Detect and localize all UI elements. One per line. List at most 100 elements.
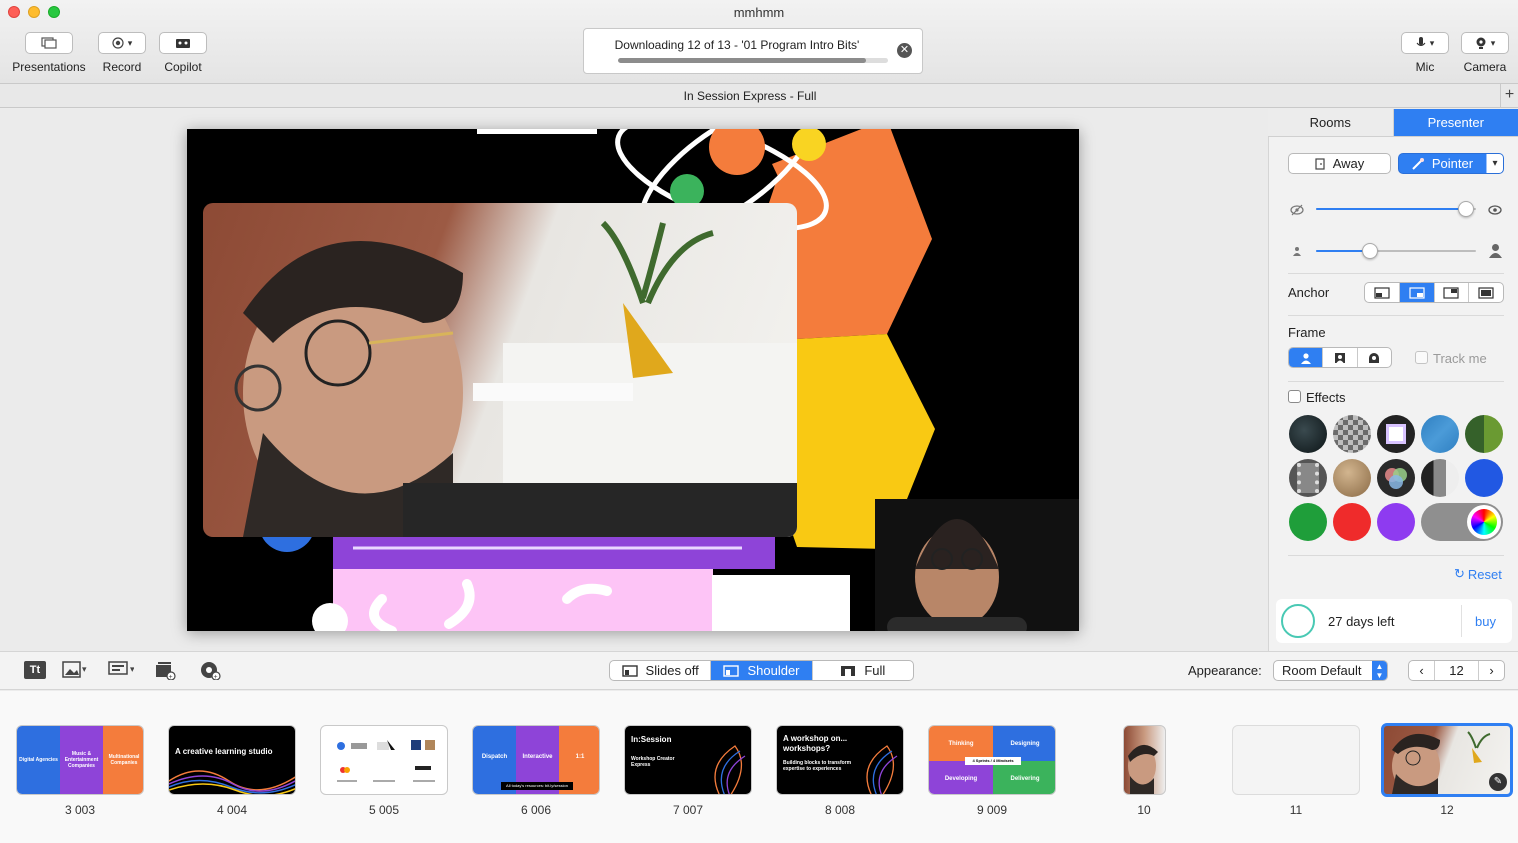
anchor-bottom-center-option[interactable]	[1399, 283, 1435, 302]
slide-thumbnail-3[interactable]: Digital Agencies Music & Entertainment C…	[16, 725, 144, 795]
presentations-button[interactable]	[25, 32, 73, 54]
effect-pixelate-swatch[interactable]	[1333, 415, 1371, 453]
anchor-bottom-left-option[interactable]	[1365, 283, 1400, 302]
slide-thumbnail-4[interactable]: A creative learning studio	[168, 725, 296, 795]
effect-rain-swatch[interactable]	[1421, 415, 1459, 453]
presentations-icon	[41, 37, 57, 49]
eye-icon	[1488, 205, 1502, 215]
chevron-down-icon: ▾	[1490, 37, 1496, 48]
slide-thumbnail-10[interactable]	[1123, 725, 1166, 795]
appearance-select[interactable]: Room Default ▲ ▼	[1273, 660, 1388, 681]
tab-rooms-label: Rooms	[1309, 115, 1351, 130]
effect-rgb-swatch[interactable]	[1377, 459, 1415, 497]
slide-thumbnail-8[interactable]: A workshop on... workshops? Building blo…	[776, 725, 904, 795]
mic-icon	[1416, 37, 1426, 47]
laser-pointer-icon	[1412, 157, 1424, 170]
size-slider[interactable]	[1316, 250, 1476, 252]
slide-thumbnail-9[interactable]: Thinking Designing Developing Delivering…	[928, 725, 1056, 795]
download-progress-bar	[618, 58, 888, 63]
anchor-bottom-center-icon	[1409, 286, 1425, 299]
title-bar: mmhmm Presentations ▾ Record Copilot Dow…	[0, 0, 1518, 84]
slide-thumbnail-5[interactable]	[320, 725, 448, 795]
previous-slide-button[interactable]: ‹	[1409, 661, 1435, 680]
chevron-down-icon[interactable]: ▾	[1486, 154, 1503, 173]
record-button[interactable]: ▾	[98, 32, 146, 54]
effect-frame-swatch[interactable]	[1377, 415, 1415, 453]
add-media-button[interactable]: ▾	[62, 659, 88, 681]
pointer-button[interactable]: Pointer ▾	[1398, 153, 1504, 174]
color-wheel-icon	[1467, 505, 1501, 539]
reset-label: Reset	[1467, 566, 1502, 582]
slide-label-9: 9 009	[976, 803, 1008, 817]
camera-label: Camera	[1463, 60, 1507, 74]
frame-segmented-control[interactable]	[1288, 347, 1392, 368]
effect-sketch-swatch[interactable]	[1289, 415, 1327, 453]
frame-rectangle-option[interactable]	[1323, 348, 1358, 367]
effect-sepia-swatch[interactable]	[1333, 459, 1371, 497]
cancel-download-icon[interactable]: ✕	[897, 43, 912, 58]
presenter-person-image	[234, 220, 797, 537]
anchor-fill-option[interactable]	[1469, 283, 1503, 302]
add-text-button[interactable]: Tt	[22, 659, 48, 681]
wave-graphic	[169, 770, 295, 794]
slide-thumbnail-11[interactable]	[1232, 725, 1360, 795]
frame-silhouette-option[interactable]	[1289, 348, 1324, 367]
presenter-video-feed[interactable]	[203, 203, 797, 537]
effects-label: Effects	[1306, 390, 1346, 405]
layout-full-option[interactable]: Full	[813, 661, 913, 680]
layout-segmented-control[interactable]: Slides off Shoulder Full	[609, 660, 914, 681]
circle-frame-icon	[1369, 352, 1380, 363]
slide-label-10: 10	[1137, 803, 1151, 817]
away-label: Away	[1332, 156, 1365, 171]
thumb-text: 4 Sprints / 4 Mindsets	[965, 757, 1021, 765]
add-tab-icon[interactable]: +	[1500, 84, 1518, 108]
edit-pencil-icon[interactable]: ✎	[1489, 773, 1507, 791]
effect-film-swatch[interactable]	[1289, 459, 1327, 497]
page-number[interactable]: 12	[1435, 663, 1478, 678]
layout-shoulder-option[interactable]: Shoulder	[711, 661, 813, 680]
slide-label-5: 5 005	[368, 803, 400, 817]
away-button[interactable]: Away	[1288, 153, 1391, 174]
effect-custom-color-toggle[interactable]	[1421, 503, 1503, 541]
buy-button[interactable]: buy	[1475, 614, 1496, 629]
opacity-slider[interactable]	[1316, 208, 1476, 210]
effect-monochrome-swatch[interactable]	[1421, 459, 1459, 497]
thumb-text: Multinational Companies	[103, 726, 143, 794]
pointer-label: Pointer	[1431, 156, 1474, 171]
effect-blue-swatch[interactable]	[1465, 459, 1503, 497]
next-slide-button[interactable]: ›	[1478, 661, 1504, 680]
tab-presenter[interactable]: Presenter	[1393, 109, 1518, 136]
anchor-segmented-control[interactable]	[1364, 282, 1504, 303]
divider	[1288, 315, 1504, 316]
appearance-label: Appearance:	[1188, 663, 1262, 678]
slide-canvas[interactable]	[187, 129, 1079, 631]
effects-checkbox[interactable]	[1288, 390, 1301, 403]
reset-button[interactable]: ↻ Reset	[1454, 566, 1502, 582]
effect-green-swatch[interactable]	[1289, 503, 1327, 541]
copilot-button[interactable]	[159, 32, 207, 54]
new-slide-button[interactable]: +	[152, 659, 178, 681]
track-me-checkbox[interactable]	[1415, 351, 1428, 364]
slide-label-4: 4 004	[216, 803, 248, 817]
tab-presenter-label: Presenter	[1427, 115, 1484, 130]
svg-text:+: +	[169, 674, 173, 680]
layout-slides-off-option[interactable]: Slides off	[610, 661, 712, 680]
slide-thumbnail-6[interactable]: Dispatch Interactive 1:1 All today's res…	[472, 725, 600, 795]
effect-split-green-swatch[interactable]	[1465, 415, 1503, 453]
screen-share-button[interactable]: ▾	[108, 659, 134, 681]
slide-thumbnail-12[interactable]: ✎	[1381, 723, 1513, 797]
add-sticker-icon: +	[201, 662, 221, 680]
anchor-top-right-icon	[1443, 286, 1459, 299]
camera-button[interactable]: ▾	[1461, 32, 1509, 54]
frame-circle-option[interactable]	[1358, 348, 1391, 367]
effect-purple-swatch[interactable]	[1377, 503, 1415, 541]
tab-rooms[interactable]: Rooms	[1268, 109, 1394, 136]
anchor-top-right-option[interactable]	[1435, 283, 1470, 302]
document-tab[interactable]: In Session Express - Full	[0, 89, 1500, 103]
mic-button[interactable]: ▾	[1401, 32, 1449, 54]
effect-red-swatch[interactable]	[1333, 503, 1371, 541]
slide-thumbnail-7[interactable]: In:Session Workshop Creator Express	[624, 725, 752, 795]
add-object-button[interactable]: +	[197, 659, 223, 681]
svg-text:+: +	[214, 674, 218, 680]
thumb-text: All today's resources: bit.ly/session	[501, 782, 573, 790]
